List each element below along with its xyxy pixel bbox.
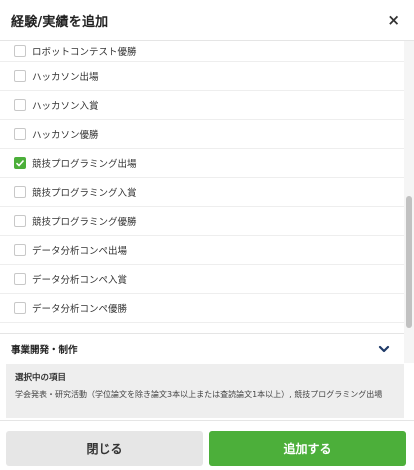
modal-title: 経験/実績を追加 [11,14,109,30]
modal-footer: 閉じる 追加する [0,420,414,470]
list-item[interactable]: 競技プログラミング優勝 [0,207,404,236]
list-item[interactable]: データ分析コンペ出場 [0,236,404,265]
section-title: 事業開発・制作 [11,344,78,356]
checkbox[interactable] [14,215,26,227]
chevron-down-icon[interactable] [378,343,390,355]
scrollbar-thumb[interactable] [406,196,412,328]
experience-checkbox-list: ロボットコンテスト優勝 ハッカソン出場 ハッカソン入賞 ハッカソン優勝 競技プロ… [0,41,404,333]
list-item[interactable]: ロボットコンテスト優勝 [0,41,404,62]
list-item[interactable]: データ分析コンペ優勝 [0,294,404,323]
list-item-label: ロボットコンテスト優勝 [32,47,137,58]
checkbox[interactable] [14,157,26,169]
category-section-header[interactable]: 事業開発・制作 [0,333,404,363]
checkbox[interactable] [14,128,26,140]
modal-header: 経験/実績を追加 × [0,0,414,41]
list-item-label: ハッカソン出場 [32,72,99,83]
close-button[interactable]: 閉じる [6,431,203,466]
checkbox[interactable] [14,45,26,57]
checkbox[interactable] [14,244,26,256]
selected-items-title: 選択中の項目 [15,373,67,383]
list-item[interactable]: ハッカソン入賞 [0,91,404,120]
close-icon[interactable]: × [387,12,400,28]
list-item-label: 競技プログラミング入賞 [32,188,137,199]
selected-items-text: 学会発表・研究活動（学位論文を除き論文3本以上または査読論文1本以上）, 競技プ… [15,390,383,399]
checkbox[interactable] [14,302,26,314]
scrollbar[interactable] [404,41,414,363]
add-button[interactable]: 追加する [209,431,406,466]
list-item-label: ハッカソン優勝 [32,130,99,141]
list-item[interactable]: 競技プログラミング出場 [0,149,404,178]
list-item-label: ハッカソン入賞 [32,101,99,112]
list-item-label: 競技プログラミング優勝 [32,217,137,228]
list-item[interactable]: データ分析コンペ入賞 [0,265,404,294]
list-item[interactable]: ハッカソン優勝 [0,120,404,149]
checkbox[interactable] [14,70,26,82]
checkbox[interactable] [14,186,26,198]
checkbox[interactable] [14,273,26,285]
checkbox[interactable] [14,99,26,111]
list-item-label: データ分析コンペ出場 [32,246,128,257]
add-experience-modal: 経験/実績を追加 × ロボットコンテスト優勝 ハッカソン出場 ハッカソン入賞 ハ… [0,0,414,470]
list-item-label: 競技プログラミング出場 [32,159,137,170]
list-item-label: データ分析コンペ優勝 [32,304,128,315]
list-item[interactable]: ハッカソン出場 [0,62,404,91]
selected-items-panel: 選択中の項目 学会発表・研究活動（学位論文を除き論文3本以上または査読論文1本以… [6,364,404,418]
list-item-label: データ分析コンペ入賞 [32,275,128,286]
list-item[interactable]: 競技プログラミング入賞 [0,178,404,207]
